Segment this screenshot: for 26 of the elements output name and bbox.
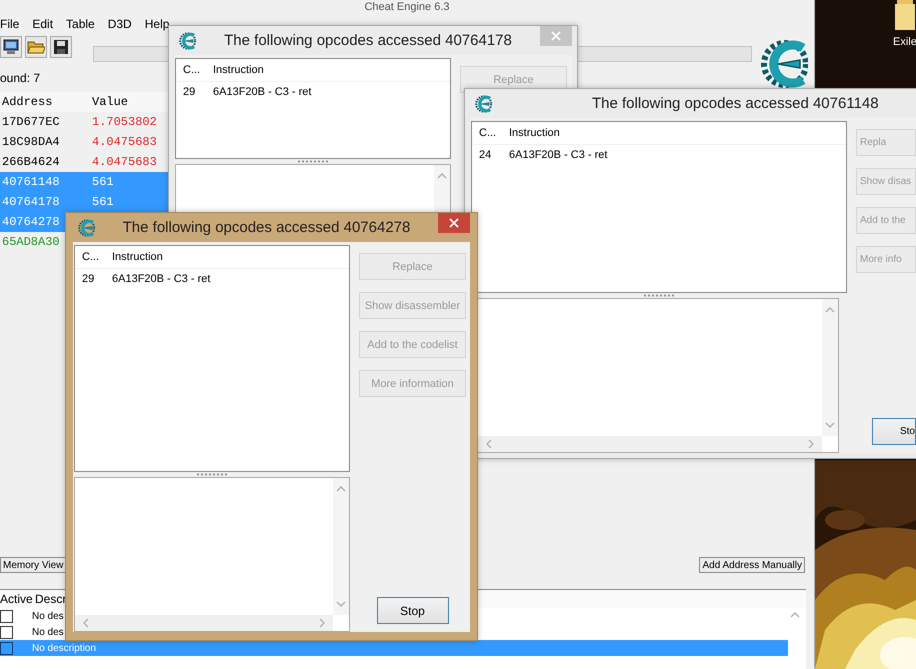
window-title: The following opcodes accessed 40764278 xyxy=(122,219,412,236)
address-text: 40764178 xyxy=(1,195,61,209)
value-text: 4.0475683 xyxy=(91,135,158,149)
description-text: No description xyxy=(32,642,96,654)
description-text: No des xyxy=(32,610,64,622)
value-text: 1.7053802 xyxy=(91,115,158,129)
table-cell-text: 6A13F20B - C3 - ret xyxy=(212,86,312,98)
address-text: 17D677EC xyxy=(1,115,61,129)
address-text: 65AD8A30 xyxy=(1,235,61,249)
table-cell-text: 29 xyxy=(81,273,96,285)
window-title: The following opcodes accessed 40764178 xyxy=(223,32,513,49)
table-cell-text: 24 xyxy=(478,149,492,161)
window-title: Cheat Engine 6.3 xyxy=(364,1,450,13)
address-text: 40761148 xyxy=(1,175,61,189)
table-cell-text: 6A13F20B - C3 - ret xyxy=(111,273,210,285)
window-title: The following opcodes accessed 40761148 xyxy=(591,95,880,112)
value-text: 561 xyxy=(91,175,115,189)
address-text: 18C98DA4 xyxy=(1,135,61,149)
found-count: ound: 7 xyxy=(0,70,40,86)
address-text: 266B4624 xyxy=(1,155,61,169)
address-text: 40764278 xyxy=(1,215,61,229)
description-text: No des xyxy=(32,626,64,638)
value-text: 4.0475683 xyxy=(91,155,158,169)
table-cell-text: 6A13F20B - C3 - ret xyxy=(508,149,608,161)
value-text: 561 xyxy=(91,195,115,209)
table-cell-text: 29 xyxy=(182,86,196,98)
